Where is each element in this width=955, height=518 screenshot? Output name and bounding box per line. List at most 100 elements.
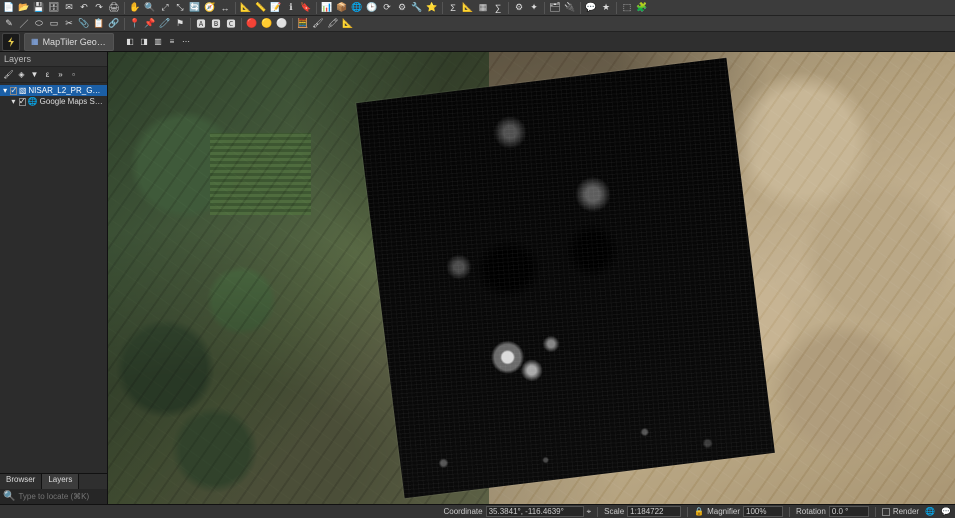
- toolbar-button[interactable]: 📊: [320, 1, 334, 15]
- toolbar-button[interactable]: 📦: [335, 1, 349, 15]
- toolbar-separator: [580, 2, 581, 14]
- toolbar-button[interactable]: ⚙: [512, 1, 526, 15]
- toolbar-button[interactable]: ↔: [218, 1, 232, 15]
- toolbar-button[interactable]: 🖨: [107, 1, 121, 15]
- toolbar-button[interactable]: 📏: [254, 1, 268, 15]
- toolbar-button[interactable]: 🟡: [260, 17, 274, 31]
- status-scale: Scale: [604, 506, 681, 517]
- layer-name: NISAR_L2_PR_GCOV_001: [28, 86, 105, 95]
- toolbar-button[interactable]: 💾: [32, 1, 46, 15]
- search-icon: 🔍: [3, 491, 15, 502]
- map-canvas[interactable]: [108, 52, 955, 504]
- toolbar-button[interactable]: 🖍: [326, 17, 340, 31]
- toolbar-button[interactable]: 📐: [461, 1, 475, 15]
- lock-icon[interactable]: 🔒: [694, 507, 704, 516]
- tool-icon-d[interactable]: ≡: [166, 36, 178, 48]
- tool-icon-b[interactable]: ◨: [138, 36, 150, 48]
- toolbar-button[interactable]: ⤢: [158, 1, 172, 15]
- toolbar-button[interactable]: 📐: [341, 17, 355, 31]
- layer-filter-icon[interactable]: ▼: [29, 69, 40, 80]
- toolbar-button[interactable]: 📐: [239, 1, 253, 15]
- tool-icon-c[interactable]: ▥: [152, 36, 164, 48]
- panel-tab-browser[interactable]: Browser: [0, 474, 42, 489]
- toolbar-button[interactable]: 🌐: [350, 1, 364, 15]
- toolbar-button[interactable]: ⚑: [173, 17, 187, 31]
- toolbar-button[interactable]: ⟳: [380, 1, 394, 15]
- toolbar-button[interactable]: 🧩: [635, 1, 649, 15]
- layer-style-icon[interactable]: 🖌: [3, 69, 14, 80]
- expand-icon[interactable]: ▾: [2, 86, 8, 95]
- toolbar-button[interactable]: ⭐: [425, 1, 439, 15]
- toolbar-button[interactable]: 🔧: [410, 1, 424, 15]
- toolbar-button[interactable]: ✦: [527, 1, 541, 15]
- toolbar-button[interactable]: 📋: [92, 17, 106, 31]
- toolbar-button[interactable]: 📄: [2, 1, 16, 15]
- toolbar-button[interactable]: ✉: [62, 1, 76, 15]
- toolbar-button[interactable]: 🔖: [299, 1, 313, 15]
- expand-icon[interactable]: ▾: [10, 97, 17, 106]
- toolbar-button[interactable]: 💬: [584, 1, 598, 15]
- toolbar-button[interactable]: ／: [17, 17, 31, 31]
- status-crs[interactable]: 🌐: [925, 507, 935, 516]
- layer-remove-icon[interactable]: ▫: [68, 69, 79, 80]
- toolbar-button[interactable]: 🔴: [245, 17, 259, 31]
- toolbar-button[interactable]: 📝: [269, 1, 283, 15]
- toolbar-button[interactable]: 🔌: [563, 1, 577, 15]
- toolbar-button[interactable]: ℹ: [284, 1, 298, 15]
- tool-icon-e[interactable]: ⋯: [180, 36, 192, 48]
- toolbar-button[interactable]: ↷: [92, 1, 106, 15]
- toolbar-button[interactable]: Σ: [446, 1, 460, 15]
- rotation-input[interactable]: [829, 506, 869, 517]
- panel-tab-layers[interactable]: Layers: [42, 474, 79, 489]
- toolbar-button[interactable]: ✋: [128, 1, 142, 15]
- toolbar-button[interactable]: ↶: [77, 1, 91, 15]
- toolbar-button[interactable]: 🧭: [203, 1, 217, 15]
- toolbar-button[interactable]: ⚙: [395, 1, 409, 15]
- toolbar-button[interactable]: ★: [599, 1, 613, 15]
- toolbar-button[interactable]: 🔍: [143, 1, 157, 15]
- visibility-checkbox[interactable]: [10, 87, 17, 95]
- toolbar-button[interactable]: 🅲: [224, 17, 238, 31]
- target-icon[interactable]: ⌖: [587, 507, 592, 517]
- scale-input[interactable]: [627, 506, 681, 517]
- toolbar-button[interactable]: 🗄: [47, 1, 61, 15]
- layer-item[interactable]: ▾🌐Google Maps Satellite: [0, 96, 107, 107]
- home-button[interactable]: [2, 33, 20, 51]
- toolbar-button[interactable]: ⬚: [620, 1, 634, 15]
- toolbar-button[interactable]: 🧮: [296, 17, 310, 31]
- toolbar-button[interactable]: ⬭: [32, 17, 46, 31]
- toolbar-button[interactable]: 🕒: [365, 1, 379, 15]
- layer-item[interactable]: ▾▧NISAR_L2_PR_GCOV_001: [0, 85, 107, 96]
- toolbar-button[interactable]: ⚪: [275, 17, 289, 31]
- toolbar-button[interactable]: ▭: [47, 17, 61, 31]
- layer-expand-icon[interactable]: »: [55, 69, 66, 80]
- tool-icon-a[interactable]: ◧: [124, 36, 136, 48]
- toolbar-button[interactable]: 🗂: [548, 1, 562, 15]
- toolbar-button[interactable]: ✂: [62, 17, 76, 31]
- layer-add-icon[interactable]: ◈: [16, 69, 27, 80]
- toolbar-button[interactable]: 🧷: [158, 17, 172, 31]
- tab-maptiler[interactable]: ▦ MapTiler Geocod…: [24, 33, 114, 51]
- toolbar-button[interactable]: 📂: [17, 1, 31, 15]
- toolbar-button[interactable]: 📎: [77, 17, 91, 31]
- coord-input[interactable]: [486, 506, 584, 517]
- toolbar-button[interactable]: ✎: [2, 17, 16, 31]
- rotation-label: Rotation: [796, 507, 826, 516]
- coord-label: Coordinate: [443, 507, 482, 516]
- visibility-checkbox[interactable]: [19, 98, 26, 106]
- toolbar-button[interactable]: ⤡: [173, 1, 187, 15]
- magnifier-input[interactable]: [743, 506, 783, 517]
- toolbar-button[interactable]: 🔄: [188, 1, 202, 15]
- toolbar-button[interactable]: 🅰: [194, 17, 208, 31]
- toolbar-button[interactable]: 🖌: [311, 17, 325, 31]
- magnifier-label: Magnifier: [707, 507, 740, 516]
- toolbar-button[interactable]: ▦: [476, 1, 490, 15]
- toolbar-button[interactable]: 🔗: [107, 17, 121, 31]
- toolbar-button[interactable]: 📍: [128, 17, 142, 31]
- toolbar-button[interactable]: 📌: [143, 17, 157, 31]
- layer-expr-icon[interactable]: ε: [42, 69, 53, 80]
- toolbar-button[interactable]: ∑: [491, 1, 505, 15]
- toolbar-button[interactable]: 🅱: [209, 17, 223, 31]
- status-messages[interactable]: 💬: [941, 507, 951, 516]
- render-checkbox[interactable]: [882, 508, 890, 516]
